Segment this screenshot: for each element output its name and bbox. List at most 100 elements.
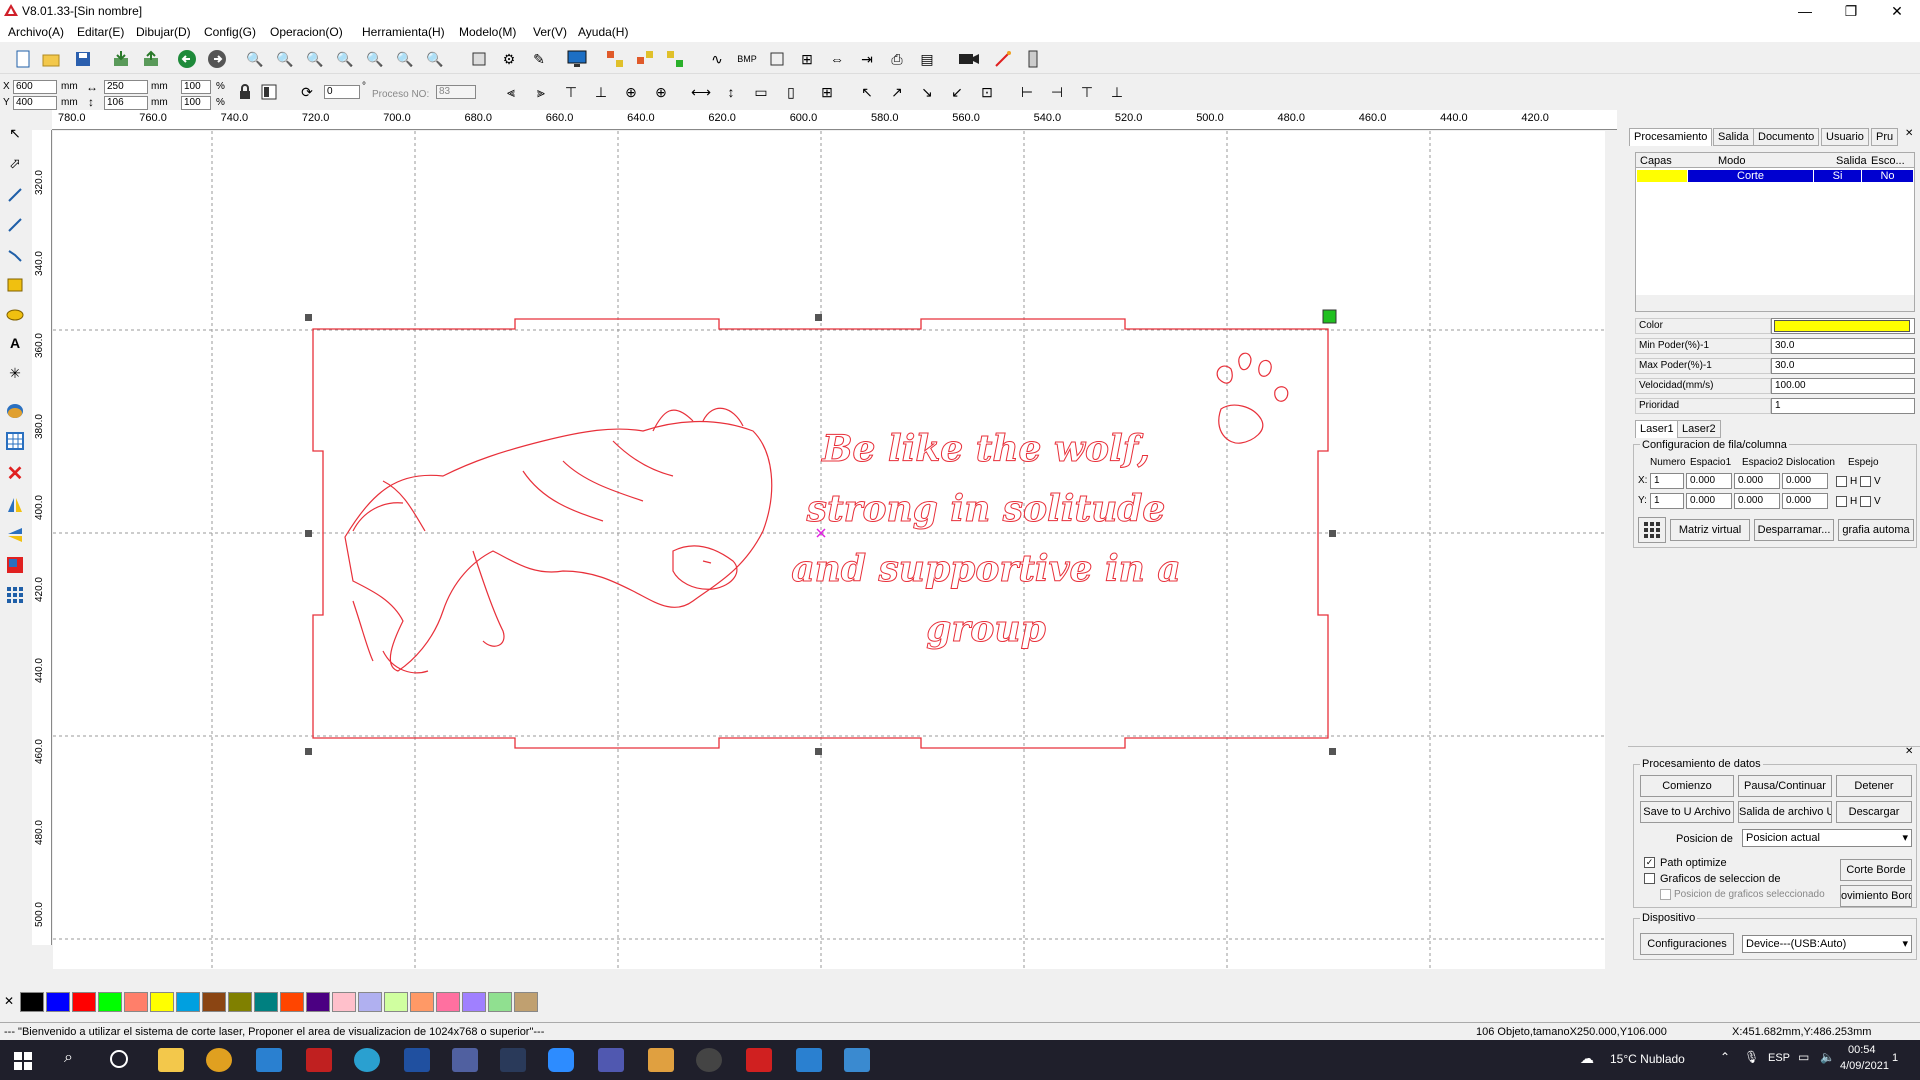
menu-ver[interactable]: Ver(V) — [533, 25, 567, 39]
edge-left-icon[interactable]: ⊢ — [1016, 81, 1038, 103]
color-swatch[interactable] — [280, 992, 304, 1012]
edge-right-icon[interactable]: ⊣ — [1046, 81, 1068, 103]
layer-row[interactable]: Corte Si No — [1636, 169, 1914, 183]
align-hcenter-icon[interactable]: ⊕ — [620, 81, 642, 103]
y-mirror-h-checkbox[interactable] — [1836, 496, 1847, 507]
path-optimize-checkbox[interactable]: ✓ — [1644, 857, 1655, 868]
y-position-input[interactable]: 400 — [13, 96, 57, 110]
close-button[interactable]: ✕ — [1874, 0, 1920, 22]
video-camera-icon[interactable] — [958, 48, 980, 70]
undo-icon[interactable] — [176, 48, 198, 70]
fusion-icon[interactable] — [648, 1048, 674, 1072]
posicion-select[interactable]: Posicion actual — [1742, 829, 1912, 847]
panel-close-icon[interactable]: ✕ — [1905, 128, 1913, 139]
media-player-icon[interactable] — [796, 1048, 822, 1072]
color-swatch[interactable] — [332, 992, 356, 1012]
color-swatch[interactable] — [384, 992, 408, 1012]
x-mirror-v-checkbox[interactable] — [1860, 476, 1871, 487]
windows-start-icon[interactable] — [14, 1052, 32, 1073]
photos-icon[interactable] — [844, 1048, 870, 1072]
prop-min-power-value[interactable]: 30.0 — [1771, 338, 1915, 354]
select-arrow-icon[interactable]: ↖ — [4, 122, 26, 144]
color-swatch[interactable] — [514, 992, 538, 1012]
tab-laser2[interactable]: Laser2 — [1677, 420, 1721, 438]
clock-date[interactable]: 4/09/2021 — [1840, 1060, 1889, 1072]
zoom-out-icon[interactable]: 🔍 — [304, 48, 326, 70]
minimize-button[interactable]: — — [1782, 0, 1828, 22]
array-copy-icon[interactable] — [604, 48, 626, 70]
zoom-plus-icon[interactable]: 🔍 — [274, 48, 296, 70]
menu-operacion[interactable]: Operacion(O) — [270, 25, 343, 39]
color-swatch[interactable] — [228, 992, 252, 1012]
array-grid-button[interactable] — [1638, 517, 1666, 543]
color-swatch[interactable] — [176, 992, 200, 1012]
scale-height-input[interactable]: 100 — [181, 96, 211, 110]
zoom-fit-icon[interactable]: 🔍 — [334, 48, 356, 70]
tab-procesamiento[interactable]: Procesamiento — [1629, 128, 1713, 146]
redo-icon[interactable] — [206, 48, 228, 70]
menu-modelo[interactable]: Modelo(M) — [459, 25, 516, 39]
color-swatch[interactable] — [46, 992, 70, 1012]
bitmap-icon[interactable]: BMP — [736, 48, 758, 70]
align-left-icon[interactable]: ⫷ — [500, 81, 522, 103]
rotate-input[interactable]: 0 — [324, 85, 360, 99]
row-y-dislocation[interactable]: 0.000 — [1782, 493, 1828, 509]
tray-chevron-icon[interactable]: ⌃ — [1720, 1050, 1730, 1064]
save-icon[interactable] — [72, 48, 94, 70]
row-y-numero[interactable]: 1 — [1650, 493, 1684, 509]
same-height-icon[interactable]: ↕ — [720, 81, 742, 103]
array-grid-icon[interactable] — [664, 48, 686, 70]
edge-bottom-icon[interactable]: ⊥ — [1106, 81, 1128, 103]
row-x-espacio1[interactable]: 0.000 — [1686, 473, 1732, 489]
search-icon[interactable]: ⌕ — [64, 1049, 73, 1067]
tab-documento[interactable]: Documento — [1753, 128, 1820, 146]
color-swatch[interactable] — [254, 992, 278, 1012]
row-x-espacio2[interactable]: 0.000 — [1734, 473, 1780, 489]
align-top-icon[interactable]: ⊤ — [560, 81, 582, 103]
dot-tool-icon[interactable]: ✳ — [4, 362, 26, 384]
x-position-input[interactable]: 600 — [13, 80, 57, 94]
color-swatch[interactable] — [436, 992, 460, 1012]
save-to-u-button[interactable]: Save to U Archivo — [1640, 801, 1734, 823]
weather-text[interactable]: 15°C Nublado — [1610, 1052, 1685, 1066]
row-x-dislocation[interactable]: 0.000 — [1782, 473, 1828, 489]
prop-speed-value[interactable]: 100.00 — [1771, 378, 1915, 394]
move-bottomleft-icon[interactable]: ↙ — [946, 81, 968, 103]
desparramar-button[interactable]: Desparramar... — [1754, 519, 1834, 541]
notifications-badge[interactable]: 1 — [1892, 1052, 1898, 1064]
move-topleft-icon[interactable]: ↖ — [856, 81, 878, 103]
tab-salida[interactable]: Salida — [1713, 128, 1754, 146]
row-y-espacio1[interactable]: 0.000 — [1686, 493, 1732, 509]
node-edit-icon[interactable]: ⬀ — [4, 152, 26, 174]
rotate-icon[interactable]: ⟳ — [296, 81, 318, 103]
width-input[interactable]: 250 — [104, 80, 148, 94]
ruler-tool-icon[interactable] — [1022, 48, 1044, 70]
canvas-horizontal-scrollbar[interactable] — [53, 969, 1605, 985]
work-canvas[interactable]: Be like the wolf, strong in solitude and… — [53, 131, 1605, 969]
device-select[interactable]: Device---(USB:Auto) — [1742, 935, 1912, 953]
bezier-icon[interactable]: ✎ — [528, 48, 550, 70]
height-input[interactable]: 106 — [104, 96, 148, 110]
color-swatch[interactable] — [488, 992, 512, 1012]
configuraciones-button[interactable]: Configuraciones — [1640, 933, 1734, 955]
layers-hscrollbar[interactable] — [1636, 295, 1914, 311]
ellipse-tool-icon[interactable] — [4, 304, 26, 326]
canvas-vertical-scrollbar[interactable] — [1607, 131, 1623, 969]
text-tool-icon[interactable]: A — [4, 332, 26, 354]
prop-color-value[interactable] — [1771, 318, 1915, 334]
zoom-selection-icon[interactable]: 🔍 — [394, 48, 416, 70]
new-file-icon[interactable] — [12, 48, 34, 70]
hspace-icon[interactable]: ▯ — [780, 81, 802, 103]
frame-icon[interactable] — [766, 48, 788, 70]
comienzo-button[interactable]: Comienzo — [1640, 775, 1734, 797]
same-size-icon[interactable]: ▭ — [750, 81, 772, 103]
microphone-icon[interactable]: 🎙 — [1744, 1050, 1759, 1064]
distribute-icon[interactable]: ⇔ — [826, 48, 848, 70]
row-y-espacio2[interactable]: 0.000 — [1734, 493, 1780, 509]
graficos-seleccion-checkbox[interactable] — [1644, 873, 1655, 884]
obs-icon[interactable] — [696, 1048, 722, 1072]
laser-app-icon[interactable] — [746, 1048, 772, 1072]
node-icon[interactable]: ⚙ — [498, 48, 520, 70]
word-icon[interactable] — [404, 1048, 430, 1072]
x-mirror-h-checkbox[interactable] — [1836, 476, 1847, 487]
